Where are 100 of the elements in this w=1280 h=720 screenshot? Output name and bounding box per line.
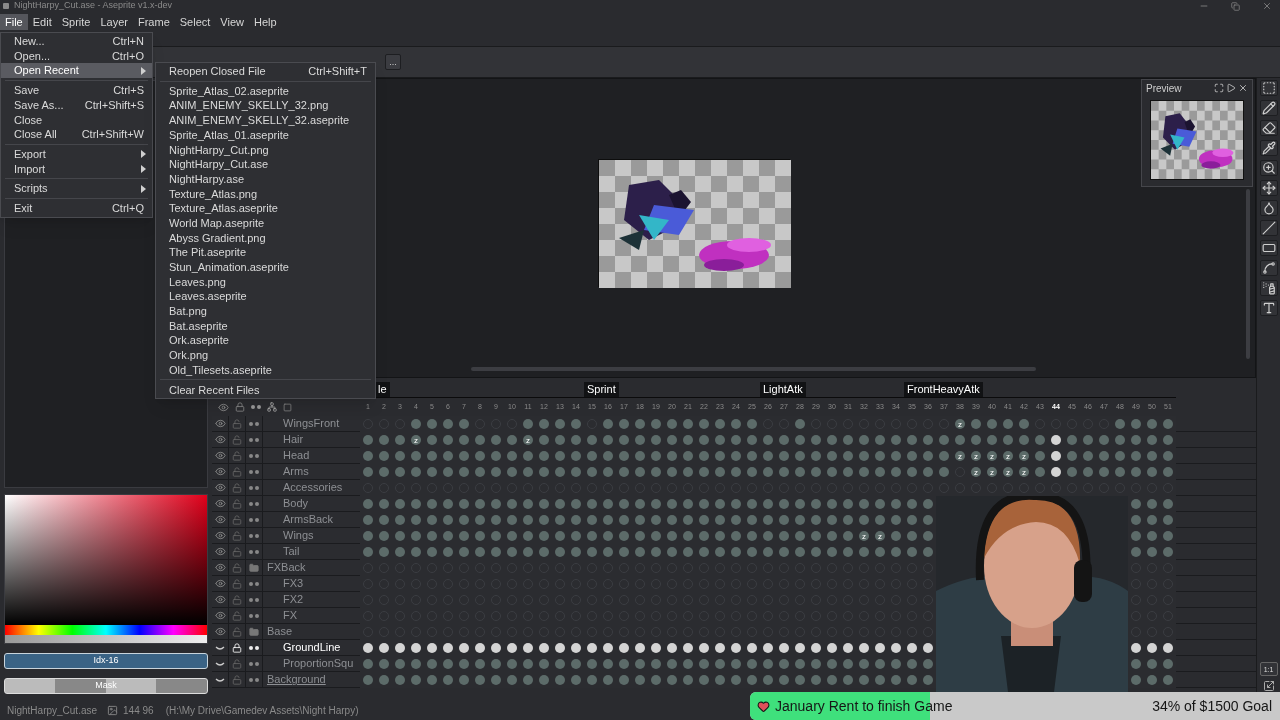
menu-item[interactable]: Sprite_Atlas_01.aseprite [156,127,375,143]
close-icon[interactable] [1238,83,1248,93]
menu-item[interactable]: Bat.png [156,304,375,319]
menu-item[interactable]: Open... Ctrl+O [1,48,152,64]
menu-title[interactable]: Frame [133,14,175,30]
layer-name[interactable]: Base [263,624,360,639]
color-index-bar[interactable]: Idx-16 [4,653,208,669]
unlock-icon[interactable] [232,514,242,525]
visibility-icon[interactable] [214,626,226,637]
menu-item[interactable]: Import [1,161,152,177]
folder-icon[interactable] [249,562,259,573]
move-icon[interactable] [1261,181,1276,195]
hidden-eye-icon[interactable] [215,645,225,650]
menu-item[interactable]: Open Recent [1,63,152,79]
spray-can-icon[interactable] [1261,281,1276,295]
menu-item[interactable]: Ork.png [156,348,375,363]
layer-name[interactable]: ProportionSqu [263,656,360,671]
layer-name[interactable]: Arms [263,464,360,479]
unlock-icon[interactable] [232,562,242,573]
layers-tree-icon[interactable] [267,402,277,412]
unlock-icon[interactable] [232,546,242,557]
unlock-icon[interactable] [232,578,242,589]
menu-title[interactable]: Sprite [56,14,96,30]
curve-icon[interactable] [1261,261,1276,275]
unlock-icon[interactable] [232,466,242,477]
text-tool-icon[interactable] [1261,301,1276,315]
menu-item[interactable]: Clear Recent Files [156,382,375,398]
visibility-icon[interactable] [214,434,226,445]
continuous-icon[interactable] [249,645,259,650]
rectangle-icon[interactable] [1261,241,1276,255]
zoom-icon[interactable] [1261,161,1276,175]
menu-item[interactable]: Close [1,112,152,128]
menu-title[interactable]: File [0,14,28,30]
eraser-icon[interactable] [1261,121,1276,135]
frame-tag[interactable]: FrontHeavyAtk [904,382,983,397]
restore-icon[interactable] [1231,1,1240,11]
hidden-eye-icon[interactable] [215,677,225,682]
unlock-icon[interactable] [232,658,242,669]
unlock-icon[interactable] [232,498,242,509]
menu-item[interactable]: Abyss Gradient.png [156,230,375,246]
unlock-icon[interactable] [232,482,242,493]
menu-title[interactable]: Help [249,14,282,30]
fullscreen-icon[interactable] [1214,83,1224,93]
menu-item[interactable]: Save Ctrl+S [1,83,152,98]
droplet-icon[interactable] [1261,201,1276,215]
unlock-icon[interactable] [232,610,242,621]
visibility-icon[interactable] [214,498,226,509]
unlock-icon[interactable] [232,594,242,605]
layer-name[interactable]: FX3 [263,576,360,591]
visibility-icon[interactable] [214,594,226,605]
visibility-icon[interactable] [214,546,226,557]
hidden-eye-icon[interactable] [215,661,225,666]
unlock-icon[interactable] [232,434,242,445]
menu-item[interactable]: Save As... Ctrl+Shift+S [1,97,152,113]
fit-screen-icon[interactable] [1262,680,1275,692]
menu-item[interactable]: World Map.aseprite [156,215,375,231]
folder-icon[interactable] [249,626,259,637]
unlock-icon[interactable] [232,418,242,429]
visibility-icon[interactable] [214,418,226,429]
menu-item[interactable]: Stun_Animation.aseprite [156,259,375,275]
visibility-icon[interactable] [214,450,226,461]
layer-name[interactable]: FX [263,608,360,623]
menu-item[interactable]: Texture_Atlas.aseprite [156,201,375,216]
visibility-icon[interactable] [214,482,226,493]
unlock-icon[interactable] [232,450,242,461]
frame-tag[interactable]: LightAtk [760,382,806,397]
menu-title[interactable]: Edit [27,14,57,30]
menu-item[interactable]: Scripts [1,181,152,196]
menu-item[interactable]: NightHarpy.ase [156,171,375,187]
menu-title[interactable]: View [215,14,249,30]
line-icon[interactable] [1261,221,1276,235]
menu-item[interactable]: Ork.aseprite [156,333,375,349]
lock-icon[interactable] [232,642,242,653]
layer-name[interactable]: Body [263,496,360,511]
menu-item[interactable]: NightHarpy_Cut.ase [156,157,375,172]
menu-item[interactable]: Sprite_Atlas_02.aseprite [156,83,375,99]
menu-item[interactable]: Reopen Closed File Ctrl+Shift+T [156,64,375,79]
close-icon[interactable] [1262,1,1272,11]
menu-title[interactable]: Select [174,14,216,30]
marquee-select-icon[interactable] [1261,81,1276,95]
menu-item[interactable]: The Pit.aseprite [156,245,375,260]
color-picker[interactable] [4,494,208,644]
unlock-icon[interactable] [232,626,242,637]
menu-item[interactable]: New... Ctrl+N [1,34,152,49]
menu-item[interactable]: Close All Ctrl+Shift+W [1,127,152,142]
layer-name[interactable]: WingsFront [263,416,360,431]
visibility-icon[interactable] [214,530,226,541]
pencil-icon[interactable] [1261,101,1276,115]
menu-item[interactable]: Export [1,146,152,162]
menu-item[interactable]: ANIM_ENEMY_SKELLY_32.aseprite [156,113,375,128]
visibility-icon[interactable] [214,562,226,573]
menu-item[interactable]: Exit Ctrl+Q [1,200,152,216]
visibility-icon[interactable] [218,401,229,413]
menu-item[interactable]: NightHarpy_Cut.png [156,142,375,158]
eyedropper-icon[interactable] [1261,141,1276,155]
visibility-icon[interactable] [214,578,226,589]
menu-item[interactable]: Old_Tilesets.aseprite [156,362,375,378]
menu-item[interactable]: ANIM_ENEMY_SKELLY_32.png [156,98,375,114]
visibility-icon[interactable] [214,466,226,477]
frame-tag[interactable]: Sprint [584,382,619,397]
